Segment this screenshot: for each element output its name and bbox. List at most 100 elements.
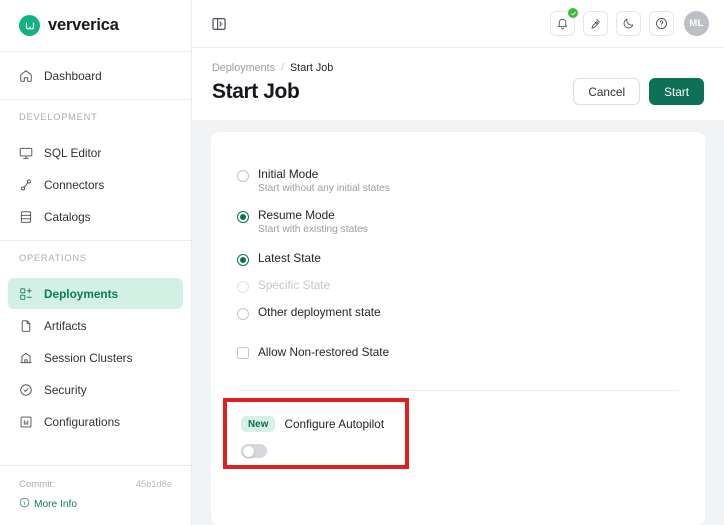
- sidebar-footer: Commit: 45b1d8e More Info: [0, 465, 191, 525]
- breadcrumb: Deployments / Start Job: [212, 62, 704, 74]
- autopilot-label: Configure Autopilot: [284, 417, 385, 431]
- sidebar-item-label: Catalogs: [44, 209, 91, 224]
- sidebar-item-label: Configurations: [44, 414, 121, 429]
- artifacts-icon: [18, 318, 33, 333]
- sidebar-item-label: Connectors: [44, 177, 105, 192]
- start-job-card: Initial Mode Start without any initial s…: [211, 132, 705, 525]
- sidebar-nav-top: Dashboard: [0, 52, 191, 92]
- autopilot-toggle[interactable]: [241, 444, 267, 458]
- notification-check-badge: [567, 7, 579, 19]
- app-root: ververica Dashboard DEVELOPMENT SQL Edit…: [0, 0, 724, 525]
- sidebar-item-configurations[interactable]: Configurations: [8, 406, 183, 437]
- brand[interactable]: ververica: [0, 0, 191, 51]
- question-circle-icon: [656, 18, 667, 29]
- checkbox-allow-non-restored-state[interactable]: Allow Non-restored State: [237, 346, 679, 359]
- content-area: Initial Mode Start without any initial s…: [192, 120, 724, 525]
- info-circle-icon: [19, 497, 30, 511]
- checkbox-label: Allow Non-restored State: [258, 345, 390, 359]
- connectors-icon: [18, 177, 33, 192]
- sidebar-item-label: Artifacts: [44, 318, 87, 333]
- session-clusters-icon: [18, 350, 33, 365]
- page-actions: Cancel Start: [573, 78, 704, 105]
- radio-specific-state: Specific State: [237, 279, 679, 293]
- sidebar-item-dashboard[interactable]: Dashboard: [8, 60, 183, 91]
- commit-hash: 45b1d8e: [135, 479, 172, 489]
- breadcrumb-deployments[interactable]: Deployments: [212, 62, 275, 74]
- brand-name: ververica: [48, 16, 119, 34]
- security-icon: [18, 382, 33, 397]
- sql-editor-icon: [18, 145, 33, 160]
- catalogs-icon: [18, 209, 33, 224]
- bell-icon: [558, 18, 567, 30]
- option-text: Initial Mode Start without any initial s…: [258, 168, 390, 195]
- sidebar-item-sql-editor[interactable]: SQL Editor: [8, 137, 183, 168]
- notifications-button[interactable]: [550, 7, 579, 36]
- commit-row: Commit: 45b1d8e: [19, 479, 172, 490]
- integrations-button[interactable]: [583, 11, 608, 36]
- radio-initial-mode[interactable]: Initial Mode Start without any initial s…: [237, 168, 679, 195]
- page-title: Start Job: [212, 79, 300, 103]
- sidebar-item-session-clusters[interactable]: Session Clusters: [8, 342, 183, 373]
- radio-indicator: [237, 281, 249, 293]
- sidebar-item-artifacts[interactable]: Artifacts: [8, 310, 183, 341]
- radio-indicator: [237, 308, 249, 320]
- sidebar-item-security[interactable]: Security: [8, 374, 183, 405]
- state-options-group: Latest State Specific State Other deploy…: [237, 252, 679, 320]
- configurations-icon: [18, 414, 33, 429]
- option-label: Latest State: [258, 251, 321, 265]
- mode-initial-group: Initial Mode Start without any initial s…: [237, 168, 679, 195]
- help-button[interactable]: [649, 11, 674, 36]
- card-body: Initial Mode Start without any initial s…: [211, 168, 705, 359]
- section-divider: [237, 390, 679, 391]
- sidebar: ververica Dashboard DEVELOPMENT SQL Edit…: [0, 0, 192, 525]
- sidebar-section-operations: OPERATIONS: [19, 253, 87, 263]
- theme-toggle-button[interactable]: [616, 11, 641, 36]
- commit-label: Commit:: [19, 479, 55, 490]
- option-description: Start with existing states: [258, 224, 368, 235]
- sidebar-item-deployments[interactable]: Deployments: [8, 278, 183, 309]
- topbar-actions: ML: [550, 7, 709, 36]
- sidebar-item-label: Session Clusters: [44, 350, 133, 365]
- radio-other-deployment-state[interactable]: Other deployment state: [237, 306, 679, 320]
- radio-resume-mode[interactable]: Resume Mode Start with existing states: [237, 209, 679, 236]
- checkbox-indicator: [237, 346, 249, 359]
- deployments-icon: [18, 286, 33, 301]
- title-row: Start Job Cancel Start: [212, 74, 704, 120]
- start-button[interactable]: Start: [649, 78, 704, 105]
- ververica-logo-icon: [19, 15, 40, 36]
- page-header: Deployments / Start Job Start Job Cancel…: [192, 48, 724, 120]
- topbar: ML: [192, 0, 724, 48]
- sidebar-item-label: Deployments: [44, 286, 119, 301]
- option-description: Start without any initial states: [258, 183, 390, 194]
- footer-divider: [0, 465, 191, 466]
- sidebar-item-connectors[interactable]: Connectors: [8, 169, 183, 200]
- autopilot-header: New Configure Autopilot: [241, 416, 405, 432]
- moon-icon: [623, 18, 634, 29]
- radio-latest-state[interactable]: Latest State: [237, 252, 679, 266]
- plug-icon: [591, 19, 600, 29]
- more-info-label: More Info: [34, 498, 78, 510]
- option-label: Resume Mode: [258, 208, 335, 222]
- breadcrumb-current: Start Job: [290, 62, 334, 74]
- main-region: ML Deployments / Start Job Start Job Can…: [192, 0, 724, 525]
- breadcrumb-separator: /: [281, 62, 285, 74]
- avatar[interactable]: ML: [684, 11, 709, 36]
- radio-indicator: [237, 211, 249, 223]
- radio-indicator: [237, 170, 249, 182]
- sidebar-nav-operations: Deployments Artifacts Session Clusters S…: [0, 270, 191, 438]
- option-label: Specific State: [258, 278, 331, 292]
- configure-autopilot-highlight: New Configure Autopilot: [223, 398, 409, 469]
- option-text: Resume Mode Start with existing states: [258, 209, 368, 236]
- sidebar-item-catalogs[interactable]: Catalogs: [8, 201, 183, 232]
- cancel-button[interactable]: Cancel: [573, 78, 641, 105]
- sidebar-item-label: Security: [44, 382, 87, 397]
- home-icon: [18, 68, 33, 83]
- sidebar-collapse-icon[interactable]: [206, 11, 232, 37]
- sidebar-item-label: SQL Editor: [44, 145, 102, 160]
- mode-resume-group: Resume Mode Start with existing states: [237, 209, 679, 236]
- option-label: Initial Mode: [258, 167, 319, 181]
- new-badge: New: [241, 416, 276, 432]
- sidebar-section-development: DEVELOPMENT: [19, 112, 98, 122]
- more-info-link[interactable]: More Info: [19, 497, 172, 511]
- sidebar-item-label: Dashboard: [44, 68, 102, 83]
